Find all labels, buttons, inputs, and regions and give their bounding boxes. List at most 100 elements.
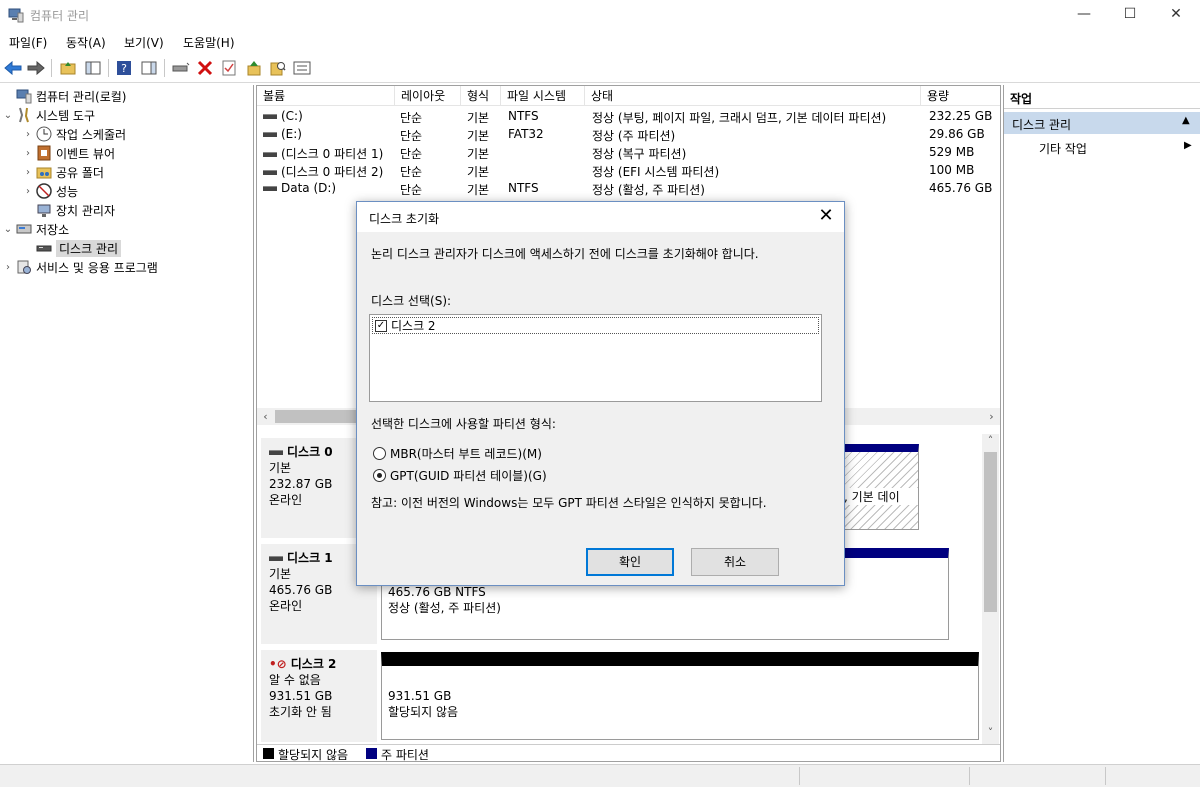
table-row[interactable]: (C:) 단순 기본 NTFS 정상 (부팅, 페이지 파일, 크래시 덤프, … — [257, 108, 1000, 126]
tree-item-performance[interactable]: › 성능 — [22, 182, 78, 200]
partition-block[interactable]: , 기본 데이 — [843, 444, 919, 530]
tree-item-storage[interactable]: ⌄ 저장소 — [2, 220, 69, 238]
show-hide-tree-icon[interactable] — [83, 58, 103, 78]
volume-type: 기본 — [467, 111, 490, 125]
disk-offline-icon: •⊘ — [269, 657, 287, 671]
menu-help[interactable]: 도움말(H) — [183, 34, 235, 51]
scroll-right-icon[interactable]: › — [983, 408, 1000, 425]
legend-label-primary: 주 파티션 — [381, 748, 429, 762]
chevron-right-icon[interactable]: › — [22, 186, 34, 197]
maximize-button[interactable]: ☐ — [1107, 0, 1153, 30]
up-folder-icon[interactable] — [58, 58, 78, 78]
properties-icon[interactable] — [219, 58, 239, 78]
console-tree: 컴퓨터 관리(로컬) ⌄ 시스템 도구 › 작업 스케줄러 › 이벤트 뷰어 ›… — [0, 85, 254, 762]
tree-item-root[interactable]: 컴퓨터 관리(로컬) — [2, 87, 126, 105]
column-header-volume[interactable]: 볼륨 — [257, 86, 395, 106]
partition-size: 465.76 GB NTFS — [388, 585, 486, 599]
export-icon[interactable] — [244, 58, 264, 78]
table-row[interactable]: Data (D:) 단순 기본 NTFS 정상 (활성, 주 파티션) 465.… — [257, 180, 1000, 198]
radio-gpt-indicator[interactable] — [373, 469, 386, 482]
unallocated-block[interactable]: 931.51 GB 할당되지 않음 — [381, 652, 979, 740]
table-row[interactable]: (E:) 단순 기본 FAT32 정상 (주 파티션) 29.86 GB — [257, 126, 1000, 144]
tree-item-task-scheduler[interactable]: › 작업 스케줄러 — [22, 125, 126, 143]
column-header-status[interactable]: 상태 — [585, 86, 921, 106]
volume-label: (디스크 0 파티션 2) — [281, 165, 384, 179]
disk-2-row[interactable]: •⊘ 디스크 2 알 수 없음 931.51 GB 초기화 안 됨 931.51 … — [261, 650, 979, 742]
column-header-filesystem[interactable]: 파일 시스템 — [501, 86, 585, 106]
dialog-close-icon[interactable]: ✕ — [812, 205, 840, 229]
disk-2-label[interactable]: •⊘ 디스크 2 알 수 없음 931.51 GB 초기화 안 됨 — [261, 650, 377, 742]
forward-icon[interactable] — [26, 58, 46, 78]
disk-checkbox[interactable]: ✓ — [375, 319, 387, 332]
mbr-radio[interactable]: MBR(마스터 부트 레코드)(M) — [373, 445, 542, 462]
list-view-icon[interactable] — [292, 58, 312, 78]
status-separator — [1105, 767, 1106, 785]
disk-state: 온라인 — [269, 599, 303, 613]
tree-item-system-tools[interactable]: ⌄ 시스템 도구 — [2, 106, 95, 124]
drive-icon — [263, 114, 277, 119]
column-header-layout[interactable]: 레이아웃 — [395, 86, 461, 106]
actions-section-disk-management[interactable]: 디스크 관리 ▲ — [1004, 112, 1200, 134]
menu-view[interactable]: 보기(V) — [124, 34, 164, 51]
volume-name: (디스크 0 파티션 2) — [263, 163, 383, 180]
volume-layout: 단순 — [400, 129, 423, 143]
volume-capacity: 465.76 GB — [929, 181, 993, 195]
back-icon[interactable] — [3, 58, 23, 78]
scroll-up-icon[interactable]: ˄ — [982, 434, 999, 451]
chevron-down-icon[interactable]: ⌄ — [2, 224, 14, 235]
tree-item-disk-management[interactable]: 디스크 관리 — [22, 239, 122, 257]
show-hide-action-pane-icon[interactable] — [139, 58, 159, 78]
help-icon[interactable]: ? — [114, 58, 134, 78]
volume-capacity: 100 MB — [929, 163, 975, 177]
tree-item-shared-folders[interactable]: › 공유 폴더 — [22, 163, 104, 181]
initialize-disk-dialog: 디스크 초기화 ✕ 논리 디스크 관리자가 디스크에 액세스하기 전에 디스크를… — [356, 201, 845, 586]
disk-listbox[interactable]: ✓ 디스크 2 — [369, 314, 822, 402]
ok-button[interactable]: 확인 — [586, 548, 674, 576]
disk-list-item[interactable]: ✓ 디스크 2 — [372, 317, 819, 334]
chevron-right-icon[interactable]: › — [22, 167, 34, 178]
scrollbar-thumb[interactable] — [984, 452, 997, 612]
volume-capacity: 29.86 GB — [929, 127, 985, 141]
disk-management-icon — [36, 240, 52, 256]
submenu-arrow-icon: ▶ — [1184, 140, 1192, 151]
toolbar-separator — [164, 59, 165, 77]
tree-item-event-viewer[interactable]: › 이벤트 뷰어 — [22, 144, 115, 162]
tree-item-services[interactable]: › 서비스 및 응용 프로그램 — [2, 258, 158, 276]
menu-bar: 파일(F) 동작(A) 보기(V) 도움말(H) — [0, 30, 1200, 52]
scroll-down-icon[interactable]: ˅ — [982, 726, 999, 743]
tree-item-label: 디스크 관리 — [56, 239, 122, 257]
legend-swatch-primary — [366, 748, 377, 759]
scroll-left-icon[interactable]: ‹ — [257, 408, 274, 425]
tree-item-label: 성능 — [56, 184, 79, 199]
partition-status: 정상 (활성, 주 파티션) — [388, 601, 501, 615]
legend-label-unallocated: 할당되지 않음 — [278, 748, 349, 762]
event-viewer-icon — [36, 145, 52, 161]
column-header-type[interactable]: 형식 — [461, 86, 501, 106]
menu-action[interactable]: 동작(A) — [66, 34, 106, 51]
radio-mbr-indicator[interactable] — [373, 447, 386, 460]
table-row[interactable]: (디스크 0 파티션 1) 단순 기본 정상 (복구 파티션) 529 MB — [257, 144, 1000, 162]
action-more-actions[interactable]: 기타 작업 ▶ — [1004, 137, 1200, 157]
close-button[interactable]: ✕ — [1153, 0, 1199, 30]
chevron-right-icon[interactable]: › — [22, 148, 34, 159]
connect-drive-icon[interactable] — [171, 58, 191, 78]
collapse-up-icon[interactable]: ▲ — [1182, 115, 1190, 126]
tree-item-device-manager[interactable]: 장치 관리자 — [22, 201, 115, 219]
volume-fs: FAT32 — [508, 127, 544, 141]
cancel-button[interactable]: 취소 — [691, 548, 779, 576]
menu-file[interactable]: 파일(F) — [9, 34, 47, 51]
chevron-down-icon[interactable]: ⌄ — [2, 110, 14, 121]
gpt-radio[interactable]: GPT(GUID 파티션 테이블)(G) — [373, 467, 547, 484]
column-header-capacity[interactable]: 용량 — [921, 86, 1000, 106]
search-icon[interactable] — [268, 58, 288, 78]
volume-label: (디스크 0 파티션 1) — [281, 147, 384, 161]
chevron-right-icon[interactable]: › — [22, 129, 34, 140]
vertical-scrollbar[interactable]: ˄ ˅ — [982, 434, 999, 744]
disk-item-label: 디스크 2 — [391, 319, 436, 333]
toolbar-separator — [108, 59, 109, 77]
volume-label: Data (D:) — [281, 181, 337, 195]
chevron-right-icon[interactable]: › — [2, 262, 14, 273]
table-row[interactable]: (디스크 0 파티션 2) 단순 기본 정상 (EFI 시스템 파티션) 100… — [257, 162, 1000, 180]
minimize-button[interactable]: — — [1061, 0, 1107, 30]
delete-icon[interactable] — [195, 58, 215, 78]
